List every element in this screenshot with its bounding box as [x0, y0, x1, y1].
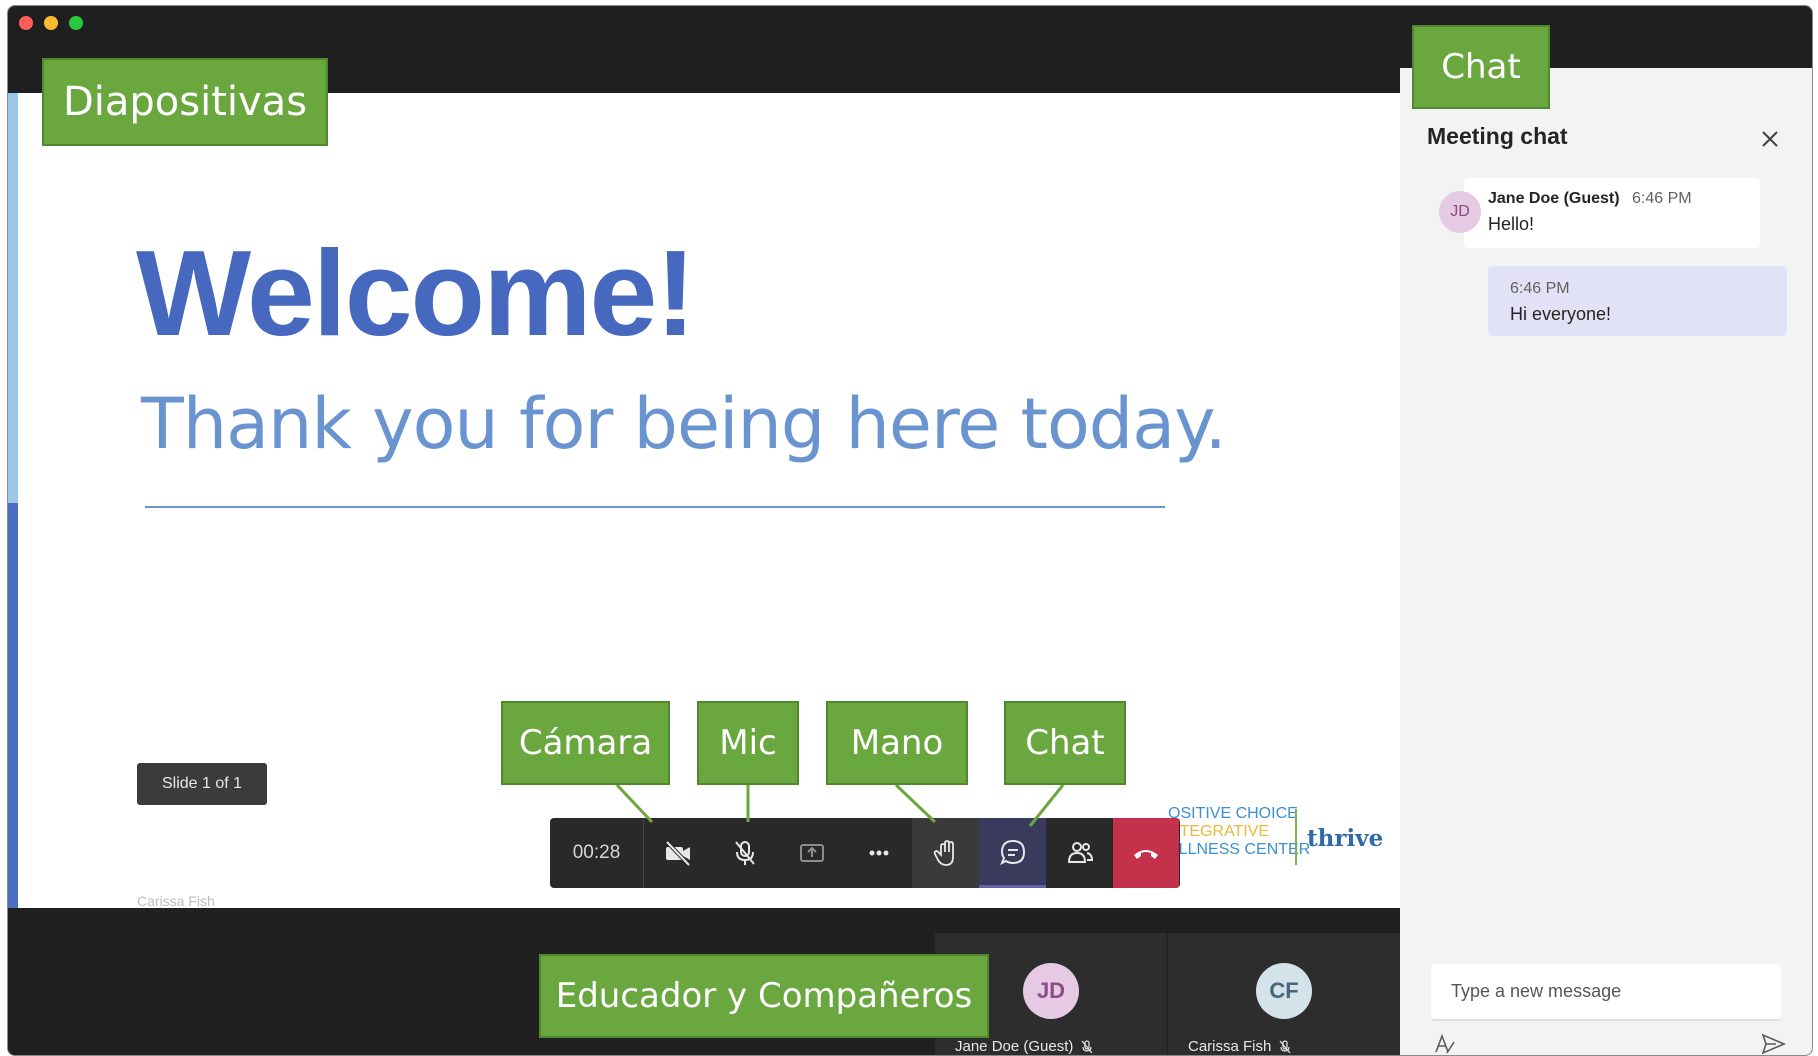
more-icon	[869, 850, 888, 856]
zoom-window-button[interactable]	[69, 16, 83, 30]
chat-message[interactable]: Jane Doe (Guest) 6:46 PM Hello!	[1464, 178, 1760, 248]
mic-off-icon	[1279, 1039, 1291, 1053]
chat-message-own[interactable]: 6:46 PM Hi everyone!	[1488, 266, 1787, 336]
message-time: 6:46 PM	[1632, 190, 1692, 207]
mic-off-icon	[1081, 1039, 1093, 1053]
message-text: Hello!	[1488, 214, 1535, 234]
logo-divider	[1295, 809, 1297, 865]
minimize-window-button[interactable]	[44, 16, 58, 30]
camera-toggle-button[interactable]	[644, 818, 711, 888]
message-time: 6:46 PM	[1510, 280, 1570, 297]
share-screen-icon	[799, 844, 824, 862]
close-window-button[interactable]	[19, 16, 33, 30]
participants-button[interactable]	[1046, 818, 1113, 888]
slide-counter: Slide 1 of 1	[137, 763, 267, 805]
mic-off-icon	[734, 841, 755, 865]
video-off-icon	[665, 840, 690, 867]
send-icon[interactable]	[1760, 1032, 1786, 1056]
slide-title: Welcome!	[136, 225, 696, 361]
phone-hangup-icon	[1134, 850, 1158, 859]
hand-icon	[933, 840, 954, 866]
callout-chat-panel: Chat	[1412, 25, 1550, 109]
slide-accent-stripe	[8, 93, 18, 503]
logo-brand: thrive	[1307, 825, 1384, 852]
close-chat-button[interactable]	[1755, 124, 1785, 154]
raise-hand-button[interactable]	[912, 818, 979, 888]
participant-name: Jane Doe (Guest)	[955, 1038, 1074, 1055]
meeting-window: Welcome! Thank you for being here today.…	[7, 5, 1813, 1056]
share-screen-button[interactable]	[778, 818, 845, 888]
chat-title: Meeting chat	[1427, 123, 1568, 149]
callout-mic: Mic	[697, 701, 799, 785]
logo-line: OSITIVE CHOICE	[1168, 805, 1298, 822]
avatar: JD	[1023, 963, 1079, 1019]
slide-subtitle: Thank you for being here today.	[141, 383, 1227, 465]
message-text: Hi everyone!	[1510, 304, 1612, 324]
meeting-controls: 00:28	[550, 818, 1180, 888]
message-compose-input[interactable]: Type a new message	[1431, 964, 1781, 1021]
callout-hand: Mano	[826, 701, 968, 785]
avatar: JD	[1439, 191, 1481, 233]
more-options-button[interactable]	[845, 818, 912, 888]
chat-toggle-button[interactable]	[979, 818, 1046, 888]
chat-icon	[999, 839, 1025, 865]
people-icon	[1067, 842, 1093, 863]
callout-gallery: Educador y Compañeros	[539, 954, 989, 1038]
participant-tile[interactable]: CF Carissa Fish	[1168, 933, 1400, 1055]
shared-slide: Welcome! Thank you for being here today.…	[8, 93, 1400, 908]
mic-toggle-button[interactable]	[711, 818, 778, 888]
call-timer: 00:28	[550, 818, 644, 888]
chat-panel: Meeting chat Jane Doe (Guest) 6:46 PM He…	[1400, 68, 1812, 1055]
slide-divider	[145, 506, 1165, 508]
message-sender: Jane Doe (Guest)	[1488, 190, 1620, 207]
hang-up-button[interactable]	[1113, 818, 1179, 888]
participant-name: Carissa Fish	[1188, 1038, 1272, 1055]
avatar: CF	[1256, 963, 1312, 1019]
presenter-name: Carissa Fish	[137, 893, 215, 908]
callout-chat-button: Chat	[1004, 701, 1126, 785]
format-icon[interactable]	[1433, 1032, 1457, 1056]
close-icon	[1762, 131, 1778, 147]
callout-camera: Cámara	[501, 701, 670, 785]
slide-logo: OSITIVE CHOICE NTEGRATIVE ELLNESS CENTER…	[1168, 805, 1400, 869]
callout-slides: Diapositivas	[42, 58, 328, 146]
slide-accent-stripe	[8, 503, 18, 908]
participant-name-row: Carissa Fish	[1188, 1038, 1293, 1055]
participant-name-row: Jane Doe (Guest)	[955, 1038, 1095, 1055]
